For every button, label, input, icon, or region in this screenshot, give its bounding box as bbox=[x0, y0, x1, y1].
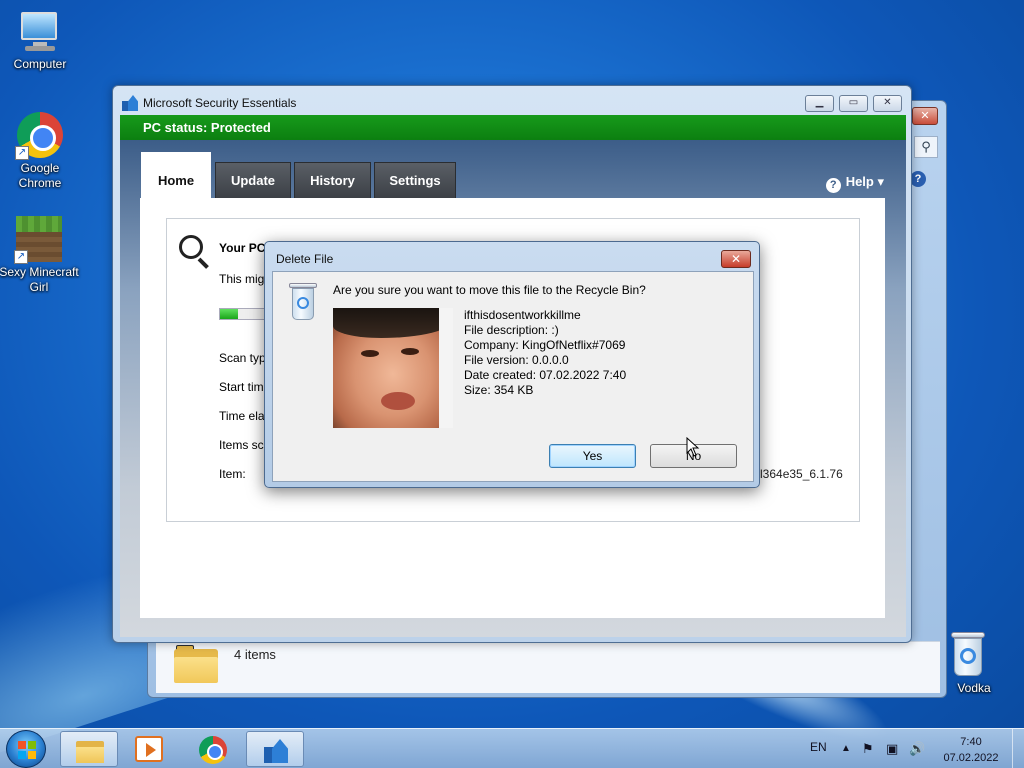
file-version: File version: 0.0.0.0 bbox=[464, 353, 569, 367]
language-indicator[interactable]: EN bbox=[810, 740, 827, 754]
action-center-flag-icon[interactable]: ⚑ bbox=[862, 741, 874, 757]
show-desktop-button[interactable] bbox=[1012, 729, 1024, 768]
close-button[interactable]: ✕ bbox=[873, 95, 902, 112]
help-menu[interactable]: ? Help ▾ bbox=[825, 174, 884, 193]
windows-logo-icon bbox=[18, 741, 36, 759]
scan-subtext: This mig bbox=[219, 272, 265, 286]
tab-update[interactable]: Update bbox=[215, 162, 291, 198]
desktop-icon-minecraft[interactable]: ↗ Sexy Minecraft Girl bbox=[0, 216, 79, 295]
desktop-icon-label: Sexy Minecraft Girl bbox=[0, 265, 79, 294]
shortcut-arrow-icon: ↗ bbox=[14, 250, 28, 264]
dialog-body: Are you sure you want to move this file … bbox=[272, 271, 754, 482]
mse-house-icon bbox=[262, 737, 290, 763]
shortcut-arrow-icon: ↗ bbox=[15, 146, 29, 160]
search-icon[interactable]: ⚲ bbox=[914, 136, 938, 158]
maximize-button[interactable]: ▭ bbox=[839, 95, 868, 112]
desktop-icon-label: Computer bbox=[13, 57, 67, 71]
start-time-label: Start tim bbox=[219, 380, 264, 394]
tab-settings[interactable]: Settings bbox=[374, 162, 456, 198]
desktop-icon-label: Google Chrome bbox=[18, 161, 62, 190]
taskbar-mse[interactable] bbox=[246, 731, 304, 767]
item-path: l364e35_6.1.76 bbox=[760, 467, 843, 481]
mse-titlebar[interactable]: Microsoft Security Essentials ▁ ▭ ✕ bbox=[113, 86, 911, 114]
file-company: Company: KingOfNetflix#7069 bbox=[464, 338, 626, 352]
taskbar: EN ▲ ⚑ ▣ 🔊 7:40 07.02.2022 bbox=[0, 728, 1024, 768]
volume-icon[interactable]: 🔊 bbox=[909, 741, 925, 757]
help-icon[interactable]: ? bbox=[910, 171, 926, 187]
file-thumbnail bbox=[333, 308, 453, 428]
start-button[interactable] bbox=[6, 730, 46, 768]
dialog-title: Delete File bbox=[276, 252, 334, 266]
taskbar-media-player[interactable] bbox=[120, 731, 178, 767]
dialog-question: Are you sure you want to move this file … bbox=[333, 283, 646, 297]
folder-icon bbox=[174, 645, 218, 683]
item-label: Item: bbox=[219, 467, 246, 481]
show-hidden-icons-icon[interactable]: ▲ bbox=[841, 743, 851, 754]
taskbar-explorer[interactable] bbox=[60, 731, 118, 767]
explorer-close-button[interactable]: ✕ bbox=[912, 107, 938, 125]
file-size: Size: 354 KB bbox=[464, 383, 534, 397]
file-description: File description: :) bbox=[464, 323, 559, 337]
minecraft-grass-block-icon: ↗ bbox=[14, 216, 62, 264]
pc-status-bar: PC status: Protected bbox=[120, 115, 906, 140]
mouse-cursor-icon bbox=[686, 437, 700, 457]
scan-type-label: Scan typ bbox=[219, 351, 266, 365]
items-count: 4 items bbox=[234, 647, 276, 662]
help-label: Help ▾ bbox=[845, 174, 884, 189]
help-icon: ? bbox=[825, 178, 841, 193]
file-date-created: Date created: 07.02.2022 7:40 bbox=[464, 368, 627, 382]
taskbar-chrome[interactable] bbox=[184, 731, 242, 767]
file-info: ifthisdosentworkkillme File description:… bbox=[464, 308, 626, 398]
chrome-icon bbox=[199, 736, 227, 764]
media-player-icon bbox=[135, 736, 163, 762]
scan-heading: Your PC bbox=[219, 241, 266, 255]
recycle-bin-icon bbox=[951, 632, 997, 678]
yes-button[interactable]: Yes bbox=[549, 444, 636, 468]
time-elapsed-label: Time ela bbox=[219, 409, 265, 423]
recycle-bin-icon bbox=[289, 283, 317, 321]
network-icon[interactable]: ▣ bbox=[886, 741, 898, 757]
folder-icon bbox=[76, 737, 104, 763]
dialog-close-button[interactable]: ✕ bbox=[721, 250, 751, 268]
mse-house-icon bbox=[122, 95, 138, 111]
computer-icon bbox=[17, 8, 63, 54]
clock-date: 07.02.2022 bbox=[943, 752, 999, 764]
items-scanned-label: Items sca bbox=[219, 438, 271, 452]
tab-history[interactable]: History bbox=[294, 162, 371, 198]
tab-home[interactable]: Home bbox=[141, 152, 211, 198]
desktop-icon-computer[interactable]: Computer bbox=[0, 8, 80, 72]
minimize-button[interactable]: ▁ bbox=[805, 95, 834, 112]
clock[interactable]: 7:40 07.02.2022 bbox=[936, 734, 1006, 766]
magnifier-icon bbox=[179, 235, 213, 269]
desktop-icon-chrome[interactable]: ↗ Google Chrome bbox=[0, 112, 80, 191]
window-title: Microsoft Security Essentials bbox=[143, 96, 297, 110]
clock-time: 7:40 bbox=[960, 736, 982, 748]
chrome-icon: ↗ bbox=[15, 112, 63, 160]
file-name: ifthisdosentworkkillme bbox=[464, 308, 581, 322]
